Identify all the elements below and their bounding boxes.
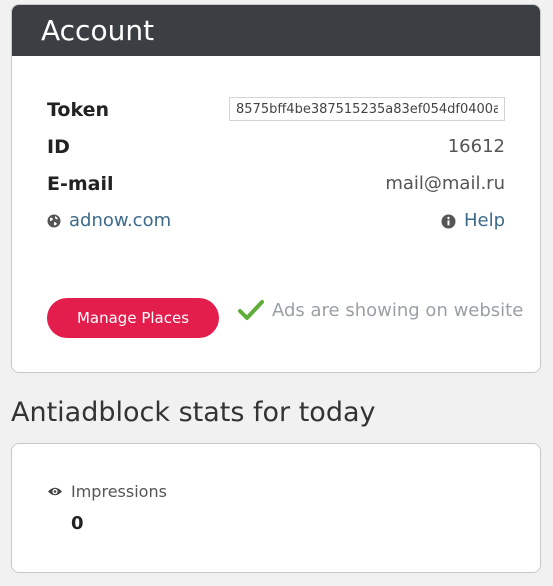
email-row: E-mail mail@mail.ru	[47, 171, 505, 197]
checkmark-icon	[238, 300, 264, 320]
ads-status: Ads are showing on website	[238, 299, 523, 321]
id-row: ID 16612	[47, 134, 505, 160]
stats-card: Impressions 0	[11, 443, 541, 573]
impressions-label-row: Impressions	[47, 482, 167, 501]
eye-icon	[48, 487, 62, 496]
token-field[interactable]	[229, 97, 505, 121]
impressions-label: Impressions	[71, 482, 167, 501]
manage-places-button[interactable]: Manage Places	[47, 298, 219, 338]
links-row: adnow.com Help	[47, 208, 505, 234]
info-icon	[441, 214, 456, 228]
site-link-text: adnow.com	[69, 210, 172, 231]
email-label: E-mail	[47, 173, 114, 195]
id-value: 16612	[447, 136, 505, 157]
impressions-value: 0	[71, 513, 84, 534]
help-link[interactable]: Help	[441, 208, 505, 234]
account-header: Account	[12, 5, 540, 56]
account-card: Account Token ID 16612 E-mail mail@mail.…	[11, 4, 541, 373]
site-link[interactable]: adnow.com	[47, 208, 171, 234]
token-row: Token	[47, 97, 505, 123]
help-link-text: Help	[463, 210, 505, 231]
ads-status-text: Ads are showing on website	[272, 299, 524, 321]
globe-icon	[47, 214, 61, 228]
token-label: Token	[47, 99, 110, 121]
email-value: mail@mail.ru	[385, 173, 505, 194]
id-label: ID	[47, 136, 70, 158]
stats-title: Antiadblock stats for today	[11, 397, 376, 428]
